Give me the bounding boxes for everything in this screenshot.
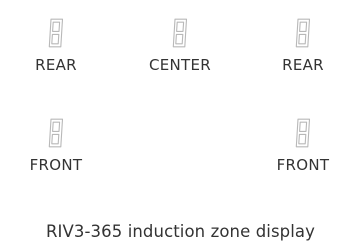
zone-label-center: CENTER: [148, 56, 212, 74]
zone-rear-left: REAR: [6, 18, 106, 74]
zone-label-rear-right: REAR: [282, 56, 324, 74]
figure-caption: RIV3-365 induction zone display: [45, 222, 315, 241]
seven-segment-digit-icon: [295, 118, 311, 148]
zone-label-rear-left: REAR: [35, 56, 77, 74]
zone-rear-right: REAR: [253, 18, 353, 74]
seven-segment-digit-icon: [172, 18, 188, 48]
zone-label-front-left: FRONT: [29, 156, 83, 174]
seven-segment-digit-icon: [48, 18, 64, 48]
zone-front-right: FRONT: [253, 118, 353, 174]
zone-label-front-right: FRONT: [276, 156, 330, 174]
zone-center: CENTER: [130, 18, 230, 74]
seven-segment-digit-icon: [295, 18, 311, 48]
zone-front-left: FRONT: [6, 118, 106, 174]
seven-segment-digit-icon: [48, 118, 64, 148]
